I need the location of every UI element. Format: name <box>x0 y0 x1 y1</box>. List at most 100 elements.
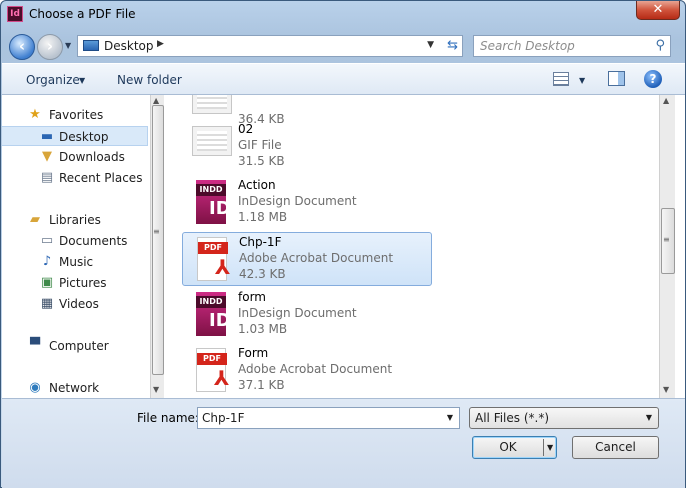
scroll-thumb[interactable] <box>152 105 164 375</box>
change-view-icon[interactable] <box>553 72 569 86</box>
nav-network[interactable]: ◉ Network <box>2 378 148 398</box>
videos-icon: ▦ <box>40 296 54 311</box>
nav-label: Documents <box>59 234 128 248</box>
scroll-grip-icon: ≡ <box>663 235 670 244</box>
organize-button[interactable]: Organize <box>26 73 80 87</box>
chevron-down-icon[interactable]: ▼ <box>447 413 453 422</box>
pdf-icon: PDF ⅄ <box>189 237 230 283</box>
nav-favorites[interactable]: ★ Favorites <box>2 105 148 125</box>
window-title: Choose a PDF File <box>29 7 136 21</box>
indd-icon: INDD ID <box>188 292 231 338</box>
nav-label: Pictures <box>59 276 107 290</box>
dialog-footer: File name: Chp-1F ▼ All Files (*.*) ▼ OK… <box>2 398 685 488</box>
file-size: 37.1 KB <box>238 378 285 392</box>
scroll-up-icon[interactable]: ▲ <box>153 96 159 105</box>
file-type: InDesign Document <box>238 306 357 320</box>
file-item[interactable]: INDD ID Action InDesign Document 1.18 MB <box>182 176 432 230</box>
file-list: 36.4 KB 02 GIF File 31.5 KB INDD ID Actio… <box>165 95 659 398</box>
nav-label: Favorites <box>49 108 104 122</box>
file-item-selected[interactable]: PDF ⅄ Chp-1F Adobe Acrobat Document 42.3 … <box>182 232 432 286</box>
file-dialog-window: Id Choose a PDF File ✕ ‹ › ▼ Desktop ▶ ▼… <box>0 0 686 488</box>
forward-button[interactable]: › <box>37 34 63 60</box>
nav-desktop[interactable]: ▬ Desktop <box>2 126 148 146</box>
indesign-app-icon: Id <box>7 6 23 22</box>
file-item[interactable]: INDD ID form InDesign Document 1.03 MB <box>182 288 432 342</box>
close-button[interactable]: ✕ <box>636 1 680 20</box>
network-icon: ◉ <box>29 380 41 395</box>
browser-content: ★ Favorites ▬ Desktop ▼ Downloads ▤ Rece… <box>2 95 685 398</box>
scroll-down-icon[interactable]: ▼ <box>663 385 669 394</box>
pdf-icon: PDF ⅄ <box>188 348 229 394</box>
split-divider <box>543 439 544 456</box>
file-name: 02 <box>238 122 254 136</box>
downloads-folder-icon: ▼ <box>42 149 52 164</box>
search-icon[interactable]: ⚲ <box>655 38 665 53</box>
file-size: 1.18 MB <box>238 210 288 224</box>
nav-label: Recent Places <box>59 171 143 185</box>
ok-button[interactable]: OK ▼ <box>472 436 557 459</box>
address-field[interactable]: Desktop ▶ ▼ ⇆ <box>77 35 463 57</box>
nav-music[interactable]: ♪ Music <box>2 252 148 272</box>
file-size: 42.3 KB <box>239 267 286 281</box>
nav-videos[interactable]: ▦ Videos <box>2 294 148 314</box>
documents-icon: ▭ <box>40 233 54 248</box>
breadcrumb-desktop[interactable]: Desktop <box>104 39 154 53</box>
breadcrumb-chevron-icon[interactable]: ▶ <box>157 39 164 49</box>
file-type-filter-value: All Files (*.*) <box>475 411 550 425</box>
address-history-dropdown[interactable]: ▼ <box>427 40 434 50</box>
libraries-icon: ▰ <box>30 212 40 227</box>
file-name-input[interactable]: Chp-1F ▼ <box>197 407 460 429</box>
file-type: Adobe Acrobat Document <box>239 251 394 265</box>
gif-thumbnail-icon <box>188 124 232 170</box>
indd-icon: INDD ID <box>188 180 231 226</box>
search-placeholder: Search Desktop <box>480 39 575 53</box>
file-type-filter[interactable]: All Files (*.*) ▼ <box>469 407 659 429</box>
nav-pictures[interactable]: ▣ Pictures <box>2 273 148 293</box>
cancel-button[interactable]: Cancel <box>572 436 659 459</box>
desktop-icon: ▬ <box>40 129 54 144</box>
nav-libraries[interactable]: ▰ Libraries <box>2 210 148 230</box>
nav-downloads[interactable]: ▼ Downloads <box>2 147 148 167</box>
file-list-scrollbar[interactable]: ▲ ≡ ▼ <box>659 95 675 398</box>
help-icon[interactable]: ? <box>644 70 662 88</box>
navigation-scrollbar[interactable]: ▲ ≡ ▼ <box>150 95 164 398</box>
nav-label: Computer <box>49 339 109 353</box>
scroll-down-icon[interactable]: ▼ <box>153 385 159 394</box>
nav-label: Videos <box>59 297 99 311</box>
file-item[interactable]: PDF ⅄ Form Adobe Acrobat Document 37.1 KB <box>182 344 432 398</box>
file-size: 31.5 KB <box>238 154 285 168</box>
recent-locations-dropdown[interactable]: ▼ <box>65 41 71 50</box>
file-type: GIF File <box>238 138 282 152</box>
file-name: Chp-1F <box>239 235 282 249</box>
file-size: 1.03 MB <box>238 322 288 336</box>
star-icon: ★ <box>29 107 41 122</box>
scroll-up-icon[interactable]: ▲ <box>663 96 669 105</box>
title-bar: Id Choose a PDF File ✕ <box>1 1 685 29</box>
nav-label: Music <box>59 255 94 269</box>
file-type: InDesign Document <box>238 194 357 208</box>
search-input[interactable]: Search Desktop ⚲ <box>473 35 671 57</box>
chevron-down-icon[interactable]: ▼ <box>646 413 652 422</box>
navigation-pane: ★ Favorites ▬ Desktop ▼ Downloads ▤ Rece… <box>2 95 150 398</box>
nav-label: Downloads <box>59 150 125 164</box>
music-icon: ♪ <box>42 254 52 269</box>
desktop-icon <box>83 40 99 51</box>
organize-dropdown-icon[interactable]: ▼ <box>79 76 85 85</box>
ok-options-dropdown-icon[interactable]: ▼ <box>547 437 553 458</box>
new-folder-button[interactable]: New folder <box>117 73 182 87</box>
file-name: form <box>238 290 266 304</box>
back-button[interactable]: ‹ <box>9 34 35 60</box>
refresh-icon[interactable]: ⇆ <box>447 38 458 53</box>
file-name-value: Chp-1F <box>202 411 245 425</box>
command-toolbar: Organize ▼ New folder ▼ ? <box>2 63 685 95</box>
preview-pane-icon[interactable] <box>608 71 625 86</box>
file-item[interactable]: 02 GIF File 31.5 KB <box>182 120 432 174</box>
view-options-dropdown-icon[interactable]: ▼ <box>579 76 585 85</box>
scroll-grip-icon: ≡ <box>153 227 160 236</box>
nav-documents[interactable]: ▭ Documents <box>2 231 148 251</box>
nav-computer[interactable]: ▀ Computer <box>2 336 148 356</box>
nav-recent-places[interactable]: ▤ Recent Places <box>2 168 148 188</box>
pictures-icon: ▣ <box>40 275 54 290</box>
ok-label: OK <box>499 440 517 454</box>
file-name: Action <box>238 178 276 192</box>
